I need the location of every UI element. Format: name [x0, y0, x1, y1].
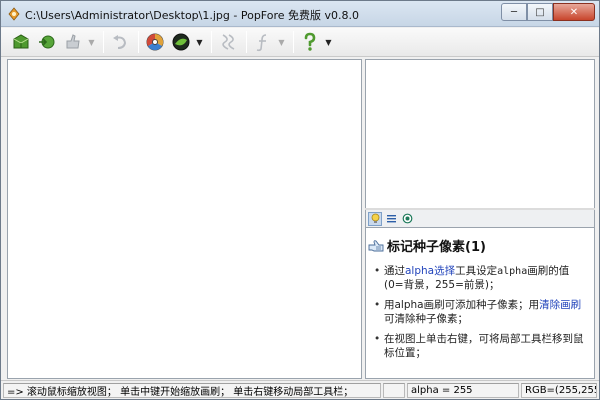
formula-icon: [256, 34, 267, 52]
help-item-text: 可清除种子像素；: [384, 312, 468, 325]
window-controls: ─ □ ✕: [501, 3, 595, 21]
window-title: C:\Users\Administrator\Desktop\1.jpg - P…: [25, 9, 360, 22]
tab-list[interactable]: [384, 212, 398, 226]
help-tab-bar: [365, 210, 595, 227]
help-heading-text: 标记种子像素(1): [387, 240, 486, 255]
help-button[interactable]: [298, 30, 322, 54]
tab-hint[interactable]: [368, 211, 382, 226]
open-image-button[interactable]: [9, 30, 33, 54]
thumb-dropdown-arrow[interactable]: ▼: [87, 30, 96, 54]
status-bar: => 滚动鼠标缩放视图； 单击中键开始缩放画刷； 单击右键移动局部工具栏； al…: [1, 380, 599, 399]
help-icon: [304, 32, 316, 51]
toolbar-separator: [103, 31, 104, 53]
toolbar-separator: [211, 31, 212, 53]
image-canvas[interactable]: [7, 59, 362, 379]
close-button[interactable]: ✕: [553, 3, 595, 21]
help-list: 通过alpha选择工具设定alpha画刷的值(0=背景，255=前景)； 用al…: [374, 265, 586, 367]
brush-button[interactable]: [169, 30, 193, 54]
help-dropdown-arrow[interactable]: ▼: [324, 30, 333, 54]
help-item-text: 在视图上单击右键，可将局部工具栏移到鼠标位置；: [384, 333, 584, 359]
save-icon: [39, 35, 55, 49]
color-wheel-button[interactable]: [143, 30, 167, 54]
app-window: C:\Users\Administrator\Desktop\1.jpg - P…: [0, 0, 600, 400]
brush-icon: [172, 33, 190, 51]
help-panel: 标记种子像素(1) 通过alpha选择工具设定alpha画刷的值(0=背景，25…: [365, 227, 595, 379]
open-image-icon: [13, 34, 29, 49]
status-rgb: RGB=(255,255,255): [521, 382, 597, 398]
minimize-button[interactable]: ─: [501, 3, 527, 21]
help-item: 在视图上单击右键，可将局部工具栏移到鼠标位置；: [374, 333, 586, 360]
help-item-text: 工具设定: [455, 265, 498, 277]
alpha-select-link[interactable]: alpha选择: [405, 265, 455, 277]
maximize-button[interactable]: □: [527, 3, 553, 21]
app-icon[interactable]: [7, 7, 21, 21]
main-toolbar: ▼ ▼ ▼ ▼: [1, 28, 599, 57]
title-bar[interactable]: C:\Users\Administrator\Desktop\1.jpg - P…: [1, 1, 599, 27]
thumb-icon: [66, 34, 80, 49]
toolbar-separator: [138, 31, 139, 53]
eye-icon: [402, 213, 412, 224]
curve-button[interactable]: [216, 30, 240, 54]
formula-dropdown-arrow[interactable]: ▼: [277, 30, 286, 54]
curve-icon: [222, 34, 235, 50]
save-button[interactable]: [35, 30, 59, 54]
formula-button[interactable]: [251, 30, 275, 54]
status-empty-cell: [383, 382, 405, 398]
status-hint: => 滚动鼠标缩放视图； 单击中键开始缩放画刷； 单击右键移动局部工具栏；: [3, 382, 381, 398]
clear-brush-link[interactable]: 清除画刷: [539, 299, 581, 311]
help-item: 用alpha画刷可添加种子像素；用清除画刷可清除种子像素；: [374, 299, 586, 326]
help-item: 通过alpha选择工具设定alpha画刷的值(0=背景，255=前景)；: [374, 265, 586, 292]
lightbulb-icon: [371, 213, 379, 223]
pointing-hand-icon: [368, 239, 384, 251]
help-item-text: 通过: [384, 265, 405, 277]
brush-dropdown-arrow[interactable]: ▼: [195, 30, 204, 54]
help-item-text: 用alpha画刷可添加种子像素；用: [384, 299, 540, 311]
undo-button[interactable]: [108, 30, 132, 54]
toolbar-separator: [293, 31, 294, 53]
color-wheel-icon: [146, 33, 164, 51]
toolbar-separator: [246, 31, 247, 53]
list-icon: [386, 215, 396, 223]
status-alpha: alpha = 255: [407, 382, 519, 398]
preview-pane[interactable]: [365, 59, 595, 208]
help-item-code: alpha: [497, 266, 528, 277]
undo-icon: [113, 35, 127, 49]
help-heading: 标记种子像素(1): [368, 236, 486, 255]
thumb-button[interactable]: [61, 30, 85, 54]
tab-view[interactable]: [400, 212, 414, 226]
